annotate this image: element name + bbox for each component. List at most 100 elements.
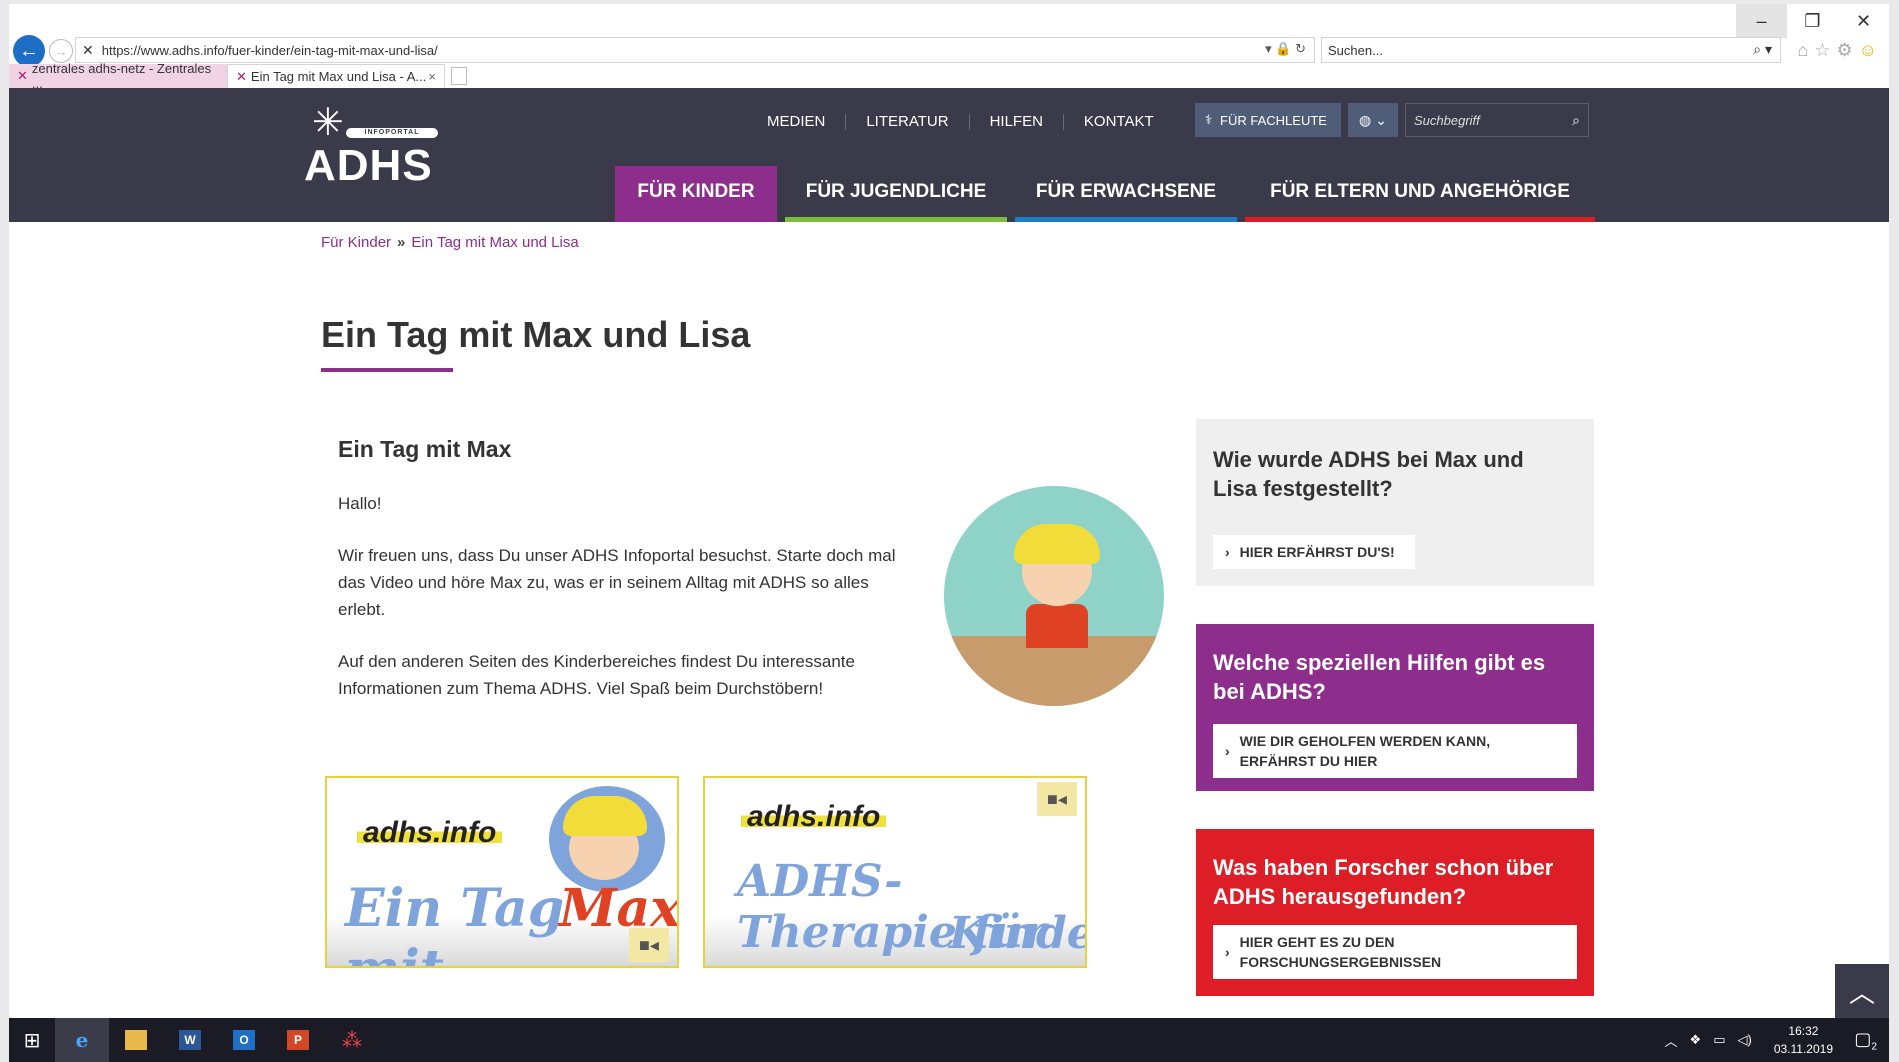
browser-window: – ❐ ✕ ← → ✕ https://www.adhs.info/fuer-k… — [9, 4, 1889, 1062]
notification-count: 2 — [1871, 1041, 1877, 1053]
windows-taskbar: ⊞ e W O P ⁂ ︿ ❖ ▭ ◁) 16:32 03.11.2019 ▢2 — [9, 1018, 1889, 1062]
tab-favicon-icon: ✕ — [17, 68, 28, 83]
card-title: Welche speziellen Hilfen gibt es bei ADH… — [1213, 650, 1546, 704]
powerpoint-icon[interactable]: P — [271, 1018, 325, 1062]
address-bar[interactable]: ✕ https://www.adhs.info/fuer-kinder/ein-… — [75, 37, 1315, 63]
chevron-down-icon: ⌄ — [1375, 111, 1387, 128]
language-button[interactable]: ◍ ⌄ — [1348, 103, 1398, 137]
topnav-literatur[interactable]: LITERATUR — [846, 114, 970, 130]
logo-adhs: ADHS — [304, 141, 433, 190]
video-thumbnail-max[interactable]: adhs.info Ein Tag mit Max ■◂ — [325, 776, 679, 968]
card-button-forschung[interactable]: › HIER GEHT ES ZU DEN FORSCHUNGSERGEBNIS… — [1213, 925, 1577, 979]
greeting-text: Hallo! — [338, 494, 382, 513]
video-thumbnail-therapie[interactable]: adhs.info ■◂ ADHS-Therapie für Kinder — [703, 776, 1087, 968]
site-header: ✳ INFOPORTAL ADHS MEDIEN LITERATUR HILFE… — [9, 88, 1889, 222]
logo-star-icon: ✳ — [312, 102, 344, 144]
home-icon[interactable]: ⌂ — [1797, 40, 1814, 60]
tab-bar: ✕ zentrales adhs-netz - Zentrales ... ✕ … — [9, 61, 473, 91]
card-title: Wie wurde ADHS bei Max und Lisa festgest… — [1213, 447, 1524, 501]
browser-search-placeholder: Suchen... — [1328, 42, 1383, 58]
globe-icon: ◍ — [1359, 111, 1372, 128]
tab-fuer-erwachsene[interactable]: FÜR ERWACHSENE — [1015, 166, 1237, 222]
url-text: https://www.adhs.info/fuer-kinder/ein-ta… — [101, 42, 438, 58]
sidebar-card-forschung: Was haben Forscher schon über ADHS herau… — [1196, 829, 1594, 996]
fachleute-button[interactable]: ⚕ FÜR FACHLEUTE — [1195, 103, 1341, 137]
tab-label: Ein Tag mit Max und Lisa - A... — [250, 69, 427, 84]
card-button-label: HIER GEHT ES ZU DEN FORSCHUNGSERGEBNISSE… — [1239, 934, 1442, 970]
browser-tab-inactive[interactable]: ✕ zentrales adhs-netz - Zentrales ... — [9, 61, 227, 91]
battery-icon[interactable]: ▭ — [1713, 1032, 1725, 1048]
forward-button[interactable]: → — [49, 39, 73, 63]
main-nav: FÜR KINDER FÜR JUGENDLICHE FÜR ERWACHSEN… — [615, 166, 1603, 222]
chevron-right-icon: › — [1225, 544, 1230, 560]
back-to-top-button[interactable]: ︿ — [1835, 964, 1889, 1018]
browser-tab-active[interactable]: ✕ Ein Tag mit Max und Lisa - A... × — [227, 64, 445, 88]
notification-center-icon[interactable]: ▢2 — [1854, 1029, 1877, 1053]
settings-gear-icon[interactable]: ⚙ — [1836, 40, 1858, 60]
site-search: ⌕ — [1405, 103, 1589, 137]
sidebar-card-hilfen: Welche speziellen Hilfen gibt es bei ADH… — [1196, 624, 1594, 791]
chevron-right-icon: › — [1225, 944, 1230, 960]
sidebar-card-diagnose: Wie wurde ADHS bei Max und Lisa festgest… — [1196, 419, 1594, 586]
clock[interactable]: 16:32 03.11.2019 — [1774, 1022, 1833, 1058]
lock-refresh-icon[interactable]: ▾ 🔒 ↻ — [1265, 41, 1306, 57]
chevron-right-icon: › — [1225, 743, 1230, 759]
file-explorer-icon[interactable] — [109, 1018, 163, 1062]
internet-explorer-icon[interactable]: e — [55, 1018, 109, 1062]
search-icon[interactable]: ⌕ ▾ — [1753, 41, 1772, 58]
favorites-star-icon[interactable]: ☆ — [1814, 40, 1836, 60]
stethoscope-icon: ⚕ — [1205, 112, 1213, 127]
topnav-medien[interactable]: MEDIEN — [767, 114, 847, 130]
video-logo: adhs.info — [741, 800, 887, 834]
topnav-kontakt[interactable]: KONTAKT — [1064, 114, 1174, 130]
video-camera-icon: ■◂ — [1037, 782, 1077, 816]
clock-time: 16:32 — [1788, 1024, 1819, 1038]
chevron-up-icon: ︿ — [1848, 977, 1875, 1008]
card-button-label: WIE DIR GEHOLFEN WERDEN KANN, ERFÄHRST D… — [1239, 733, 1491, 769]
breadcrumb: Für Kinder » Ein Tag mit Max und Lisa — [321, 234, 579, 251]
breadcrumb-current[interactable]: Ein Tag mit Max und Lisa — [411, 234, 578, 251]
dropbox-icon[interactable]: ❖ — [1690, 1032, 1702, 1048]
breadcrumb-separator-icon: » — [397, 234, 406, 251]
feedback-smiley-icon[interactable]: ☺ — [1859, 40, 1883, 60]
tray-chevron-up-icon[interactable]: ︿ — [1665, 1031, 1678, 1050]
card-button-diagnose[interactable]: › HIER ERFÄHRST DU'S! — [1213, 535, 1415, 569]
top-nav: MEDIEN LITERATUR HILFEN KONTAKT — [767, 114, 1174, 130]
article-title: Ein Tag mit Max — [338, 436, 512, 462]
outlook-icon[interactable]: O — [217, 1018, 271, 1062]
breadcrumb-root[interactable]: Für Kinder — [321, 234, 391, 251]
tab-close-icon[interactable]: × — [428, 69, 436, 84]
word-icon[interactable]: W — [163, 1018, 217, 1062]
tab-fuer-eltern[interactable]: FÜR ELTERN UND ANGEHÖRIGE — [1245, 166, 1595, 222]
max-illustration — [944, 486, 1164, 706]
intro-paragraph: Wir freuen uns, dass Du unser ADHS Infop… — [338, 546, 896, 619]
page-title: Ein Tag mit Max und Lisa — [321, 314, 751, 355]
tab-fuer-kinder[interactable]: FÜR KINDER — [615, 166, 777, 222]
card-button-hilfen[interactable]: › WIE DIR GEHOLFEN WERDEN KANN, ERFÄHRST… — [1213, 724, 1577, 778]
search-icon[interactable]: ⌕ — [1572, 112, 1580, 129]
logo-infoportal: INFOPORTAL — [346, 128, 438, 138]
tab-label: zentrales adhs-netz - Zentrales ... — [31, 61, 212, 91]
tab-fuer-jugendliche[interactable]: FÜR JUGENDLICHE — [785, 166, 1007, 222]
topnav-hilfen[interactable]: HILFEN — [970, 114, 1064, 130]
fachleute-label: FÜR FACHLEUTE — [1220, 112, 1327, 128]
info-paragraph: Auf den anderen Seiten des Kinderbereich… — [338, 652, 855, 698]
browser-search-box[interactable]: Suchen... ⌕ ▾ — [1321, 37, 1781, 63]
video-camera-icon: ■◂ — [629, 928, 669, 962]
volume-icon[interactable]: ◁) — [1738, 1032, 1752, 1048]
system-tray: ︿ ❖ ▭ ◁) 16:32 03.11.2019 — [1665, 1018, 1833, 1062]
tab-favicon-icon: ✕ — [236, 68, 247, 84]
site-favicon-icon: ✕ — [82, 41, 94, 58]
max-portrait — [549, 786, 665, 892]
card-title: Was haben Forscher schon über ADHS herau… — [1213, 855, 1554, 909]
clock-date: 03.11.2019 — [1773, 1042, 1833, 1056]
windows-start-icon[interactable]: ⊞ — [9, 1018, 55, 1062]
site-search-input[interactable] — [1414, 112, 1554, 128]
video-title-b: Kinder — [949, 908, 1085, 959]
card-button-label: HIER ERFÄHRST DU'S! — [1239, 544, 1395, 560]
title-underline — [321, 368, 453, 372]
app-dots-icon[interactable]: ⁂ — [325, 1018, 379, 1062]
video-logo: adhs.info — [357, 816, 503, 850]
new-tab-button[interactable] — [451, 67, 467, 85]
toolbar-icons: ⌂☆⚙☺ — [1797, 40, 1883, 61]
